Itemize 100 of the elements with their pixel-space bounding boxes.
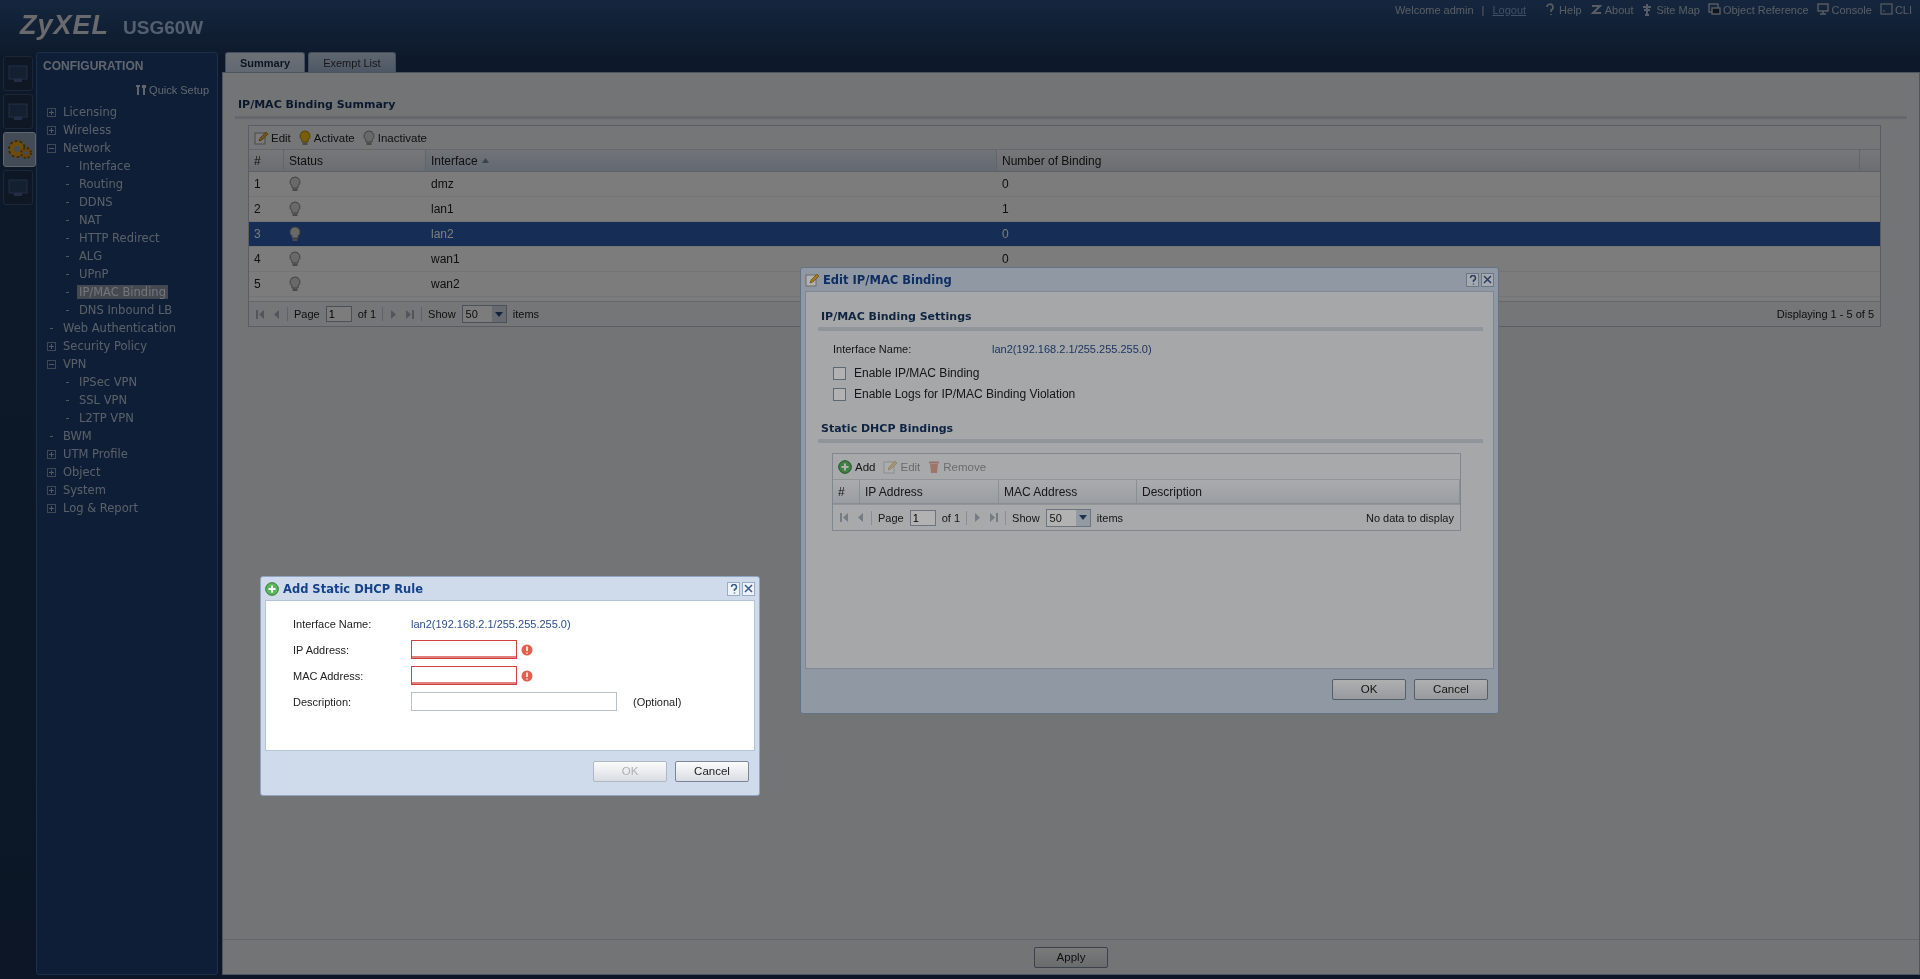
- table-cell: 0: [1002, 252, 1009, 266]
- first-page-icon[interactable]: [839, 512, 849, 523]
- dialog-button[interactable]: OK: [1332, 678, 1406, 700]
- apply-button[interactable]: Apply: [1034, 946, 1108, 968]
- column-header[interactable]: Description: [1137, 480, 1460, 503]
- help-button[interactable]: [1466, 272, 1479, 287]
- header-link[interactable]: Site Map: [1656, 3, 1700, 16]
- collapse-icon[interactable]: [47, 359, 56, 369]
- checkbox[interactable]: [833, 366, 846, 380]
- table-cell: 4: [254, 252, 261, 266]
- table-row[interactable]: 1 dmz 0: [249, 172, 1880, 197]
- sidebar-item[interactable]: SSL VPN: [77, 393, 130, 407]
- tab[interactable]: Summary: [225, 52, 306, 72]
- input-field[interactable]: [411, 640, 517, 659]
- sidebar-item[interactable]: Network: [61, 141, 114, 155]
- empty-message: No data to display: [1365, 511, 1454, 524]
- collapse-icon[interactable]: [47, 143, 56, 153]
- items-label: items: [512, 308, 540, 320]
- sidebar-item[interactable]: Log & Report: [61, 501, 140, 515]
- table-cell: 0: [1002, 177, 1009, 191]
- header-link[interactable]: About: [1604, 3, 1634, 16]
- sidebar-item[interactable]: Wireless: [61, 123, 114, 137]
- column-header[interactable]: #: [249, 150, 284, 171]
- sidebar-item[interactable]: UPnP: [77, 267, 111, 281]
- nav-tab[interactable]: [3, 94, 33, 129]
- field-label: IP Address:: [293, 643, 351, 656]
- table-cell: lan1: [431, 202, 454, 216]
- sort-up-icon: [481, 158, 489, 163]
- column-header[interactable]: #: [833, 480, 860, 503]
- input-field[interactable]: [411, 666, 517, 685]
- toolbar-button[interactable]: Edit: [254, 130, 291, 145]
- column-header[interactable]: IP Address: [860, 480, 999, 503]
- expand-icon[interactable]: [47, 467, 56, 477]
- help-button[interactable]: [727, 581, 740, 596]
- nav-tab[interactable]: [3, 170, 33, 205]
- sidebar-item[interactable]: BWM: [61, 429, 94, 443]
- page-size-dropdown[interactable]: 50: [461, 305, 507, 323]
- toolbar-button[interactable]: Activate: [298, 129, 355, 146]
- error-icon: [521, 643, 533, 656]
- expand-icon[interactable]: [47, 125, 56, 135]
- toolbar-button[interactable]: Inactivate: [362, 129, 427, 146]
- monitor-icon: [8, 64, 28, 83]
- sidebar-item[interactable]: NAT: [77, 213, 104, 227]
- previous-page-icon[interactable]: [271, 308, 281, 320]
- column-header[interactable]: Interface: [426, 150, 997, 171]
- last-page-icon[interactable]: [989, 512, 1000, 523]
- sidebar-item[interactable]: Security Policy: [61, 339, 149, 353]
- terminal-icon: [1879, 3, 1893, 16]
- sidebar-item[interactable]: UTM Profile: [61, 447, 130, 461]
- expand-icon[interactable]: [47, 107, 56, 117]
- dialog-button[interactable]: Cancel: [1414, 678, 1488, 700]
- plus-icon: [265, 581, 279, 596]
- sidebar-item[interactable]: HTTP Redirect: [77, 231, 162, 245]
- input-field[interactable]: [411, 692, 617, 711]
- expand-icon[interactable]: [47, 341, 56, 351]
- sidebar-item[interactable]: Web Authentication: [61, 321, 179, 335]
- sidebar-item[interactable]: Routing: [77, 177, 126, 191]
- dialog-title: Edit IP/MAC Binding: [823, 272, 953, 287]
- first-page-icon[interactable]: [255, 308, 265, 320]
- sidebar-item[interactable]: L2TP VPN: [77, 411, 136, 425]
- caret-icon: [494, 311, 503, 317]
- light-bulb-icon: [298, 129, 311, 146]
- sidebar-item[interactable]: IPSec VPN: [77, 375, 140, 389]
- expand-icon[interactable]: [47, 449, 56, 459]
- previous-page-icon[interactable]: [855, 512, 865, 523]
- column-header[interactable]: Number of Binding: [997, 150, 1860, 171]
- sidebar-item[interactable]: ALG: [77, 249, 105, 263]
- table-row[interactable]: 3 lan2 0: [249, 222, 1880, 247]
- sidebar-item[interactable]: Licensing: [61, 105, 120, 119]
- page-input[interactable]: 1: [909, 509, 936, 526]
- help-icon: [729, 583, 738, 594]
- header-link[interactable]: CLI: [1894, 3, 1912, 16]
- quick-setup-link[interactable]: Quick Setup: [149, 84, 209, 96]
- tab[interactable]: Exempt List: [308, 52, 396, 72]
- header-link[interactable]: Help: [1559, 3, 1582, 16]
- nav-tab[interactable]: [3, 56, 33, 91]
- page-input[interactable]: 1: [325, 306, 352, 322]
- sidebar-item[interactable]: DNS Inbound LB: [77, 303, 175, 317]
- close-button[interactable]: [742, 581, 755, 596]
- tools-icon: [135, 84, 148, 96]
- table-cell: wan2: [431, 277, 460, 291]
- toolbar-button[interactable]: Add: [838, 459, 876, 474]
- column-header[interactable]: MAC Address: [999, 480, 1137, 503]
- show-label: Show: [428, 308, 456, 320]
- last-page-icon[interactable]: [405, 308, 416, 320]
- expand-icon[interactable]: [47, 485, 56, 495]
- windows-icon: [1707, 3, 1721, 16]
- panel-title: CONFIGURATION: [42, 59, 145, 73]
- sidebar-item[interactable]: VPN: [61, 357, 89, 371]
- sidebar-item[interactable]: Interface: [77, 159, 133, 173]
- close-button[interactable]: [1481, 272, 1494, 287]
- sidebar-item[interactable]: Object: [61, 465, 103, 479]
- sidebar-item[interactable]: DDNS: [77, 195, 115, 209]
- header-link[interactable]: Console: [1831, 3, 1872, 16]
- header-link[interactable]: Object Reference: [1722, 3, 1809, 16]
- expand-icon[interactable]: [47, 503, 56, 513]
- page-size-dropdown[interactable]: 50: [1045, 508, 1091, 527]
- sidebar-item[interactable]: System: [61, 483, 108, 497]
- checkbox[interactable]: [833, 387, 846, 401]
- dialog-button[interactable]: Cancel: [675, 760, 749, 782]
